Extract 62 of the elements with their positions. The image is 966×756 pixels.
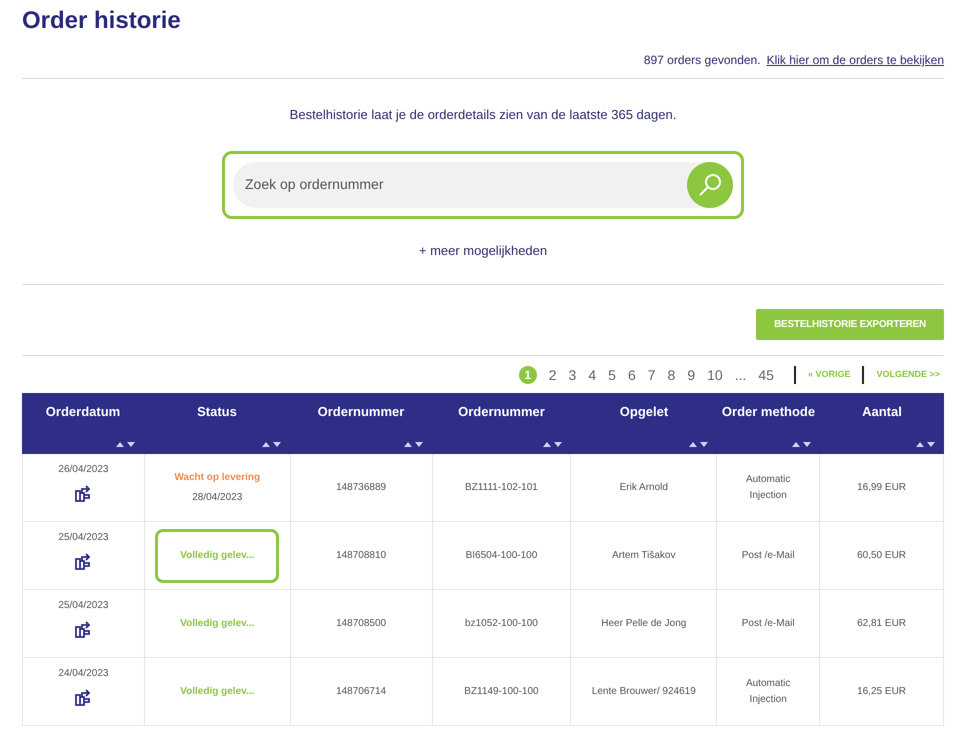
- table-cell-text: bz1052-100-100: [465, 617, 538, 631]
- table-cell-text: 62,81 EUR: [857, 617, 906, 631]
- table-cell-text: 148736889: [336, 481, 386, 495]
- view-orders-link[interactable]: Klik hier om de orders te bekijken: [766, 51, 944, 69]
- page-link[interactable]: ...: [734, 364, 746, 386]
- intro-text: Bestelhistorie laat je de orderdetails zien van de laatste 365 dagen.: [288, 106, 678, 124]
- search-icon: [697, 172, 723, 198]
- table-cell-text: Erik Arnold: [620, 481, 668, 495]
- sort-arrows-icon[interactable]: [689, 440, 709, 448]
- column-header: Order methode: [722, 403, 816, 421]
- table-cell-text: BI6504-100-100: [466, 549, 538, 563]
- sort-arrows-icon[interactable]: [116, 440, 136, 448]
- table-cell-text: BZ1111-102-101: [465, 481, 538, 495]
- table-cell-text: 24/04/2023: [58, 667, 108, 681]
- table-cell-text: 148708500: [336, 617, 386, 631]
- page-link[interactable]: 9: [687, 364, 696, 386]
- column-header: Opgelet: [620, 403, 668, 421]
- status-label: Volledig gelev...: [180, 549, 254, 563]
- column-header: Status: [197, 403, 237, 421]
- status-label: Volledig gelev...: [180, 617, 254, 631]
- sort-arrows-icon[interactable]: [792, 440, 812, 448]
- page-link[interactable]: 6: [628, 364, 636, 386]
- table-cell-text: 16,25 EUR: [857, 685, 906, 699]
- column-header: Ordernummer: [318, 403, 404, 421]
- status-label: Volledig gelev...: [180, 685, 254, 699]
- column-header: Ordernummer: [458, 403, 545, 421]
- table-cell-text: Heer Pelle de Jong: [601, 617, 686, 631]
- more-options-link[interactable]: + meer mogelijkheden: [418, 240, 548, 260]
- orders-found-text: 897 orders gevonden.: [644, 52, 761, 69]
- search-input[interactable]: Zoek op ordernummer: [245, 174, 687, 195]
- status-label: Wacht op levering: [174, 471, 260, 485]
- table-cell-text: Artem Tišakov: [612, 549, 676, 563]
- table-cell-text: 60,50 EUR: [857, 549, 906, 563]
- page-title: Order historie: [22, 6, 182, 36]
- table-cell-text: Post /e-Mail: [740, 548, 796, 562]
- table-cell-text: BZ1149-100-100: [464, 685, 539, 699]
- table-cell-text: 148706714: [336, 685, 386, 699]
- page-link[interactable]: 10: [707, 364, 723, 386]
- sort-arrows-icon[interactable]: [404, 440, 424, 448]
- page-link[interactable]: 7: [648, 364, 656, 386]
- page-link[interactable]: 45: [758, 364, 774, 386]
- table-cell-text: 25/04/2023: [58, 531, 108, 545]
- page-link[interactable]: 4: [588, 364, 596, 386]
- table-cell-text: 16,99 EUR: [857, 481, 906, 495]
- page-link[interactable]: 5: [608, 364, 616, 386]
- sort-arrows-icon[interactable]: [916, 440, 936, 448]
- page-link[interactable]: 3: [568, 364, 576, 386]
- table-cell-text: 26/04/2023: [58, 463, 108, 477]
- table-cell-text: 148708810: [336, 549, 386, 563]
- column-header: Orderdatum: [46, 403, 120, 421]
- page-link[interactable]: 2: [548, 364, 557, 386]
- table-cell-text: Automatic Injection: [744, 472, 792, 502]
- page-link[interactable]: 8: [668, 364, 676, 386]
- search-field[interactable]: Zoek op ordernummer: [233, 162, 733, 208]
- column-header: Aantal: [862, 403, 902, 421]
- table-cell-text: Automatic Injection: [744, 676, 792, 706]
- sort-arrows-icon[interactable]: [543, 440, 563, 448]
- sort-arrows-icon[interactable]: [262, 440, 282, 448]
- table-cell-text: 25/04/2023: [58, 599, 108, 613]
- delivery-date: 28/04/2023: [192, 491, 242, 505]
- table-cell-text: Lente Brouwer/ 924619: [592, 685, 696, 699]
- table-cell-text: Post /e-Mail: [740, 616, 796, 630]
